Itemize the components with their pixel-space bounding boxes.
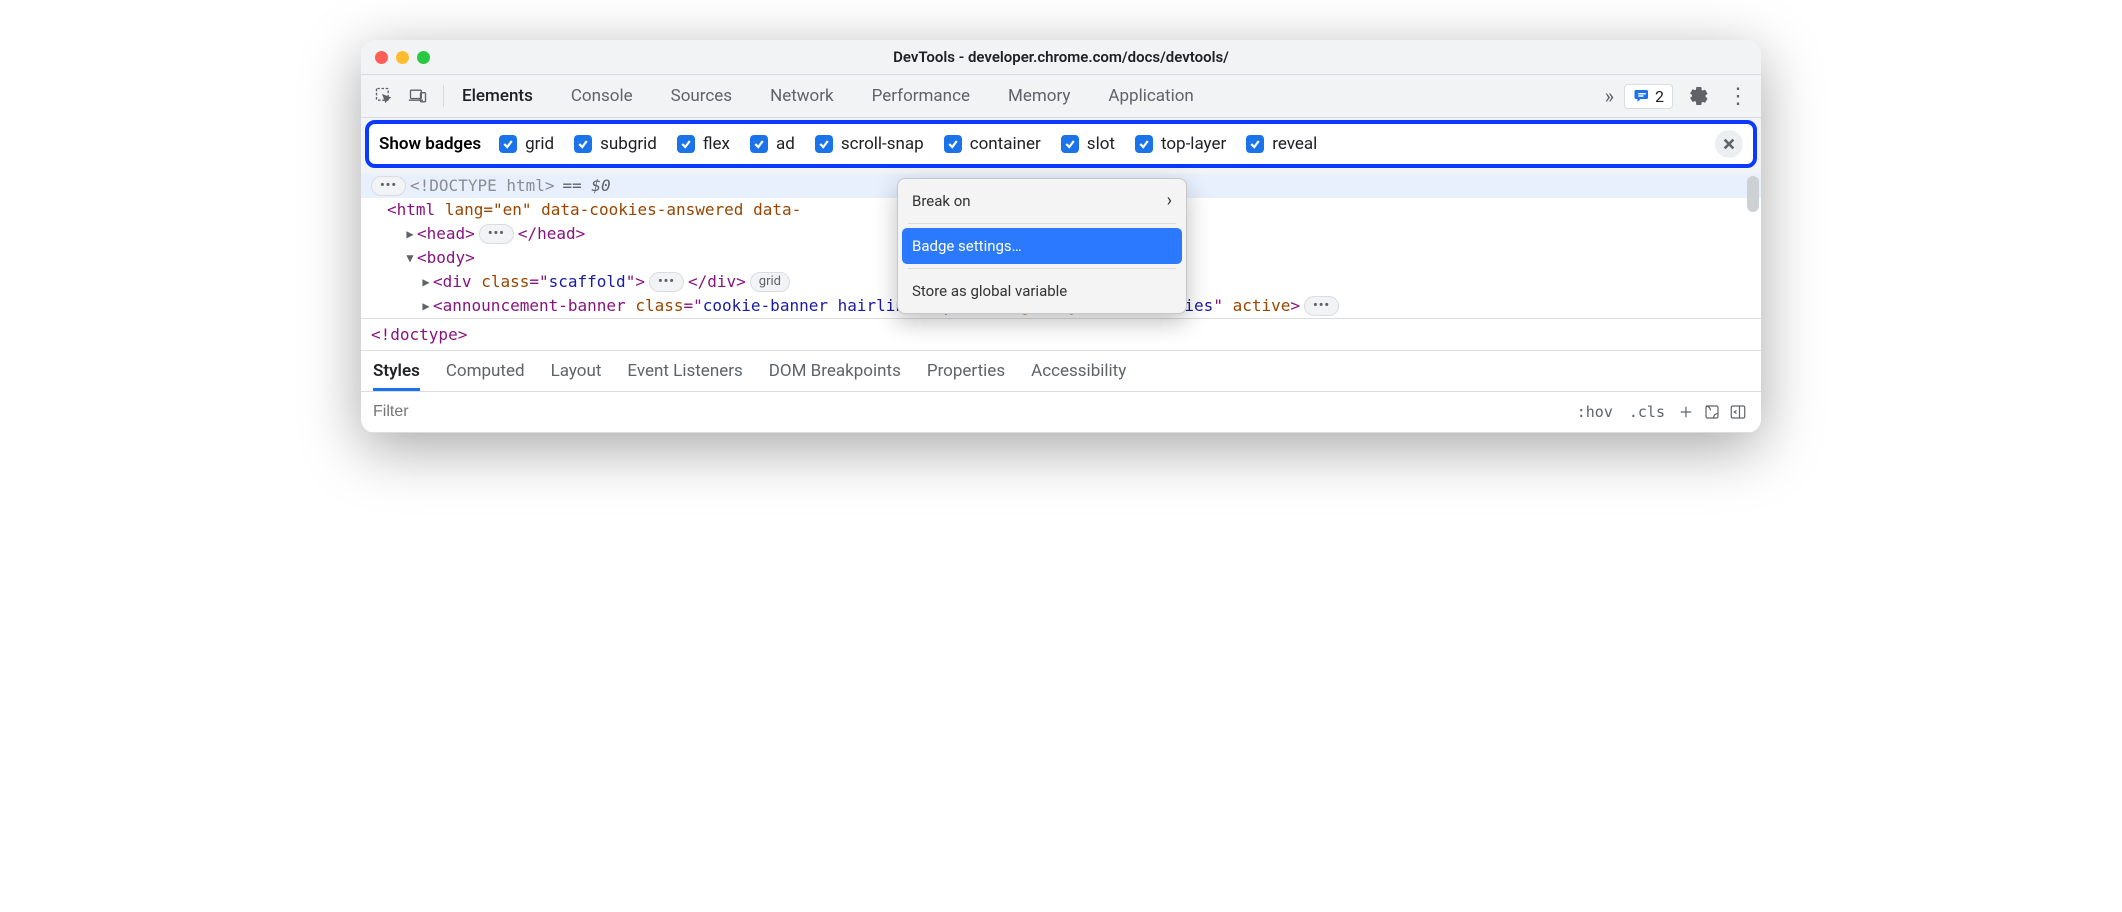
badge-toggle-flex[interactable]: flex <box>677 134 730 154</box>
badge-toggle-ad[interactable]: ad <box>750 134 795 154</box>
device-toolbar-icon[interactable] <box>403 75 433 117</box>
toggle-sidebar-icon[interactable] <box>1725 403 1751 421</box>
grid-badge[interactable]: grid <box>750 272 790 292</box>
checkbox-icon <box>677 135 695 153</box>
badges-label: Show badges <box>379 134 481 154</box>
badge-toggle-reveal[interactable]: reveal <box>1246 134 1317 154</box>
badge-toggle-slot[interactable]: slot <box>1061 134 1115 154</box>
tab-elements[interactable]: Elements <box>454 75 541 117</box>
tab-sources[interactable]: Sources <box>663 75 740 117</box>
toolbar-right: 2 ⋮ <box>1624 75 1753 117</box>
main-toolbar: Elements Console Sources Network Performance… <box>361 74 1761 118</box>
filter-input[interactable] <box>371 402 1569 422</box>
styles-filter-bar: :hov .cls <box>361 392 1761 433</box>
styles-subtabs: Styles Computed Layout Event Listeners DOM B… <box>361 350 1761 392</box>
minimize-window-button[interactable] <box>396 51 409 64</box>
checkbox-icon <box>944 135 962 153</box>
expand-triangle-icon[interactable]: ▶ <box>419 270 433 294</box>
separator <box>443 85 444 107</box>
dom-breadcrumb[interactable]: <!doctype> <box>361 318 1761 350</box>
titlebar: DevTools - developer.chrome.com/docs/dev… <box>361 40 1761 74</box>
devtools-window: DevTools - developer.chrome.com/docs/dev… <box>361 40 1761 433</box>
subtab-dom-breakpoints[interactable]: DOM Breakpoints <box>769 351 901 391</box>
checkbox-icon <box>815 135 833 153</box>
zoom-window-button[interactable] <box>417 51 430 64</box>
issues-counter[interactable]: 2 <box>1624 84 1673 109</box>
expand-ellipsis-icon[interactable]: ••• <box>1304 296 1339 316</box>
tab-console[interactable]: Console <box>563 75 641 117</box>
chevron-right-icon: › <box>1167 189 1172 213</box>
badge-toggle-subgrid[interactable]: subgrid <box>574 134 657 154</box>
new-style-rule-icon[interactable] <box>1673 403 1699 421</box>
badges-bar: Show badges grid subgrid flexad scroll-snap… <box>365 120 1757 168</box>
traffic-lights <box>361 51 430 64</box>
checkbox-icon <box>499 135 517 153</box>
inspect-element-icon[interactable] <box>369 75 399 117</box>
tab-performance[interactable]: Performance <box>864 75 978 117</box>
computed-styles-icon[interactable] <box>1699 403 1725 421</box>
subtab-styles[interactable]: Styles <box>373 351 420 391</box>
dom-tree-panel[interactable]: ••• <!DOCTYPE html> == $0 <html lang="en… <box>361 174 1761 318</box>
expand-triangle-icon[interactable]: ▶ <box>403 222 417 246</box>
expand-triangle-icon[interactable]: ▶ <box>419 294 433 318</box>
tab-network[interactable]: Network <box>762 75 842 117</box>
subtab-layout[interactable]: Layout <box>551 351 602 391</box>
hov-toggle[interactable]: :hov <box>1569 403 1621 421</box>
context-menu-item[interactable]: Break on› <box>902 183 1182 219</box>
checkbox-icon <box>750 135 768 153</box>
tab-application[interactable]: Application <box>1100 75 1201 117</box>
subtab-event-listeners[interactable]: Event Listeners <box>627 351 742 391</box>
context-menu-item[interactable]: Badge settings… <box>902 228 1182 264</box>
expand-ellipsis-icon[interactable]: ••• <box>371 176 406 196</box>
badge-toggle-grid[interactable]: grid <box>499 134 554 154</box>
cls-toggle[interactable]: .cls <box>1621 403 1673 421</box>
more-tabs-icon[interactable]: » <box>1599 84 1620 108</box>
checkbox-icon <box>574 135 592 153</box>
badge-toggle-scroll-snap[interactable]: scroll-snap <box>815 134 924 154</box>
checkbox-icon <box>1135 135 1153 153</box>
tab-memory[interactable]: Memory <box>1000 75 1078 117</box>
scrollbar-thumb[interactable] <box>1747 176 1759 212</box>
checkbox-icon <box>1061 135 1079 153</box>
badge-toggle-container[interactable]: container <box>944 134 1041 154</box>
subtab-accessibility[interactable]: Accessibility <box>1031 351 1126 391</box>
window-title: DevTools - developer.chrome.com/docs/dev… <box>361 48 1761 66</box>
more-options-icon[interactable]: ⋮ <box>1723 84 1753 109</box>
close-window-button[interactable] <box>375 51 388 64</box>
context-menu-item[interactable]: Store as global variable <box>902 273 1182 309</box>
badge-toggle-top-layer[interactable]: top-layer <box>1135 134 1226 154</box>
main-tabs: Elements Console Sources Network Performance… <box>454 75 1595 117</box>
issues-count: 2 <box>1655 87 1664 106</box>
badges-items: grid subgrid flexad scroll-snap container slo… <box>499 134 1697 154</box>
subtab-computed[interactable]: Computed <box>446 351 525 391</box>
expand-ellipsis-icon[interactable]: ••• <box>649 272 684 292</box>
checkbox-icon <box>1246 135 1264 153</box>
close-badges-button[interactable] <box>1715 130 1743 158</box>
settings-icon[interactable] <box>1683 75 1713 117</box>
context-menu[interactable]: Break on› Badge settings… Store as global … <box>897 178 1187 314</box>
expand-ellipsis-icon[interactable]: ••• <box>479 224 514 244</box>
collapse-triangle-icon[interactable]: ▼ <box>403 246 417 270</box>
subtab-properties[interactable]: Properties <box>927 351 1005 391</box>
